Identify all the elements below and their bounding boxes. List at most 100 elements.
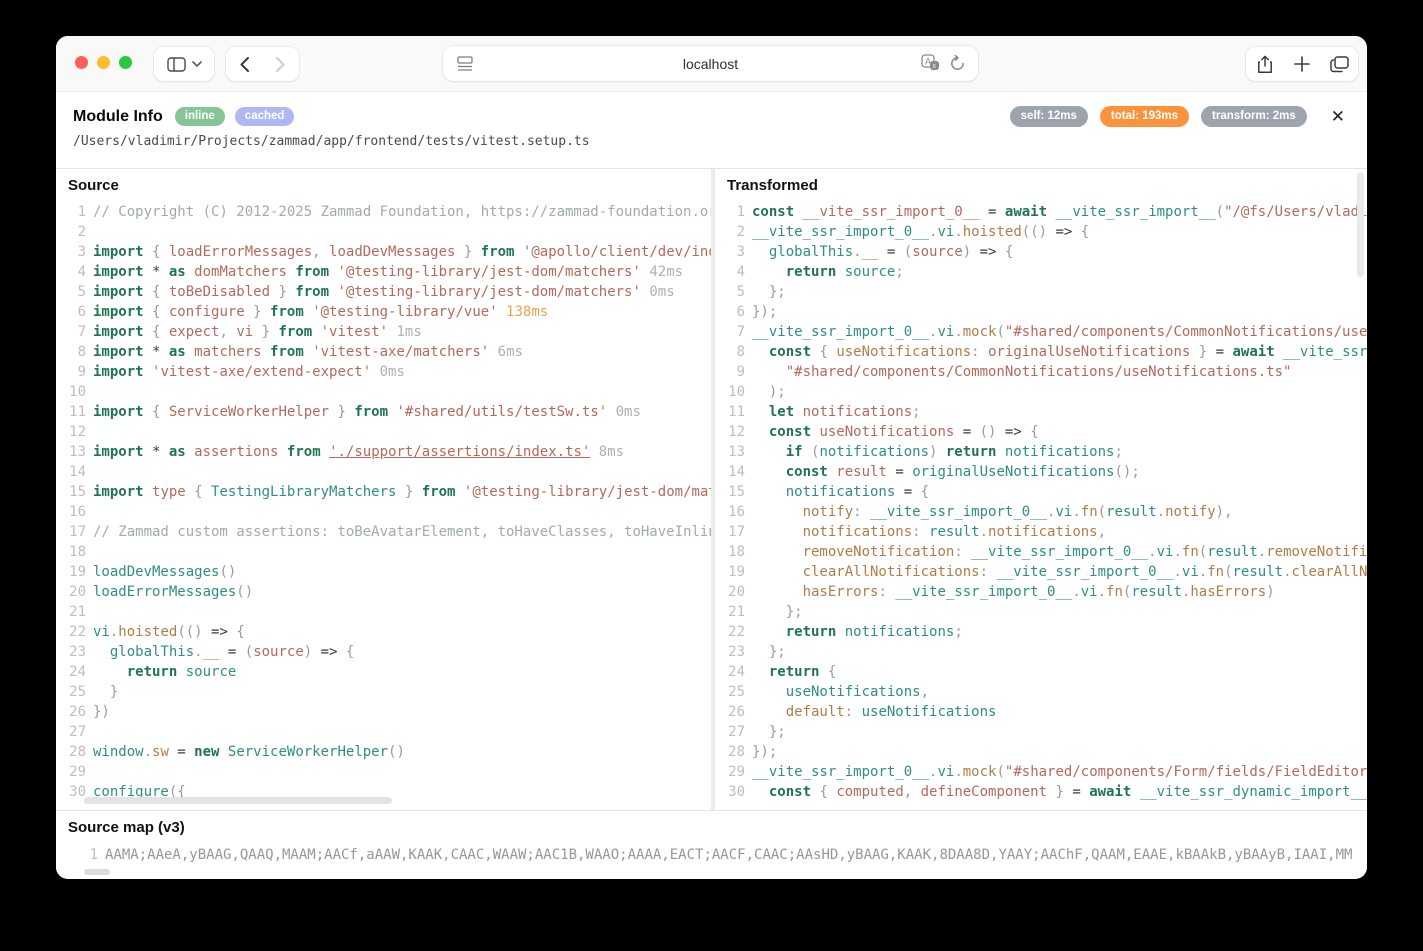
fullscreen-window-button[interactable]	[119, 56, 132, 69]
sourcemap-horizontal-scrollbar[interactable]	[84, 869, 110, 875]
forward-button[interactable]	[263, 47, 300, 81]
code-token: (	[1224, 564, 1232, 580]
code-token: (()	[177, 624, 211, 640]
line-number: 4	[56, 262, 86, 282]
code-token	[752, 524, 803, 540]
translate-icon[interactable]: Ax	[921, 54, 940, 72]
code-line: 23 globalThis.__ = (source) => {	[56, 642, 711, 662]
reload-icon[interactable]	[949, 55, 966, 72]
code-link[interactable]: './support/assertions/index.ts'	[329, 444, 590, 460]
code-token: }	[329, 404, 354, 420]
code-token: hasErrors	[1190, 584, 1266, 600]
code-line: 16	[56, 502, 711, 522]
source-horizontal-scrollbar[interactable]	[84, 797, 392, 804]
code-text: hasErrors: __vite_ssr_import_0__.vi.fn(r…	[745, 582, 1367, 602]
code-token: ;	[912, 404, 920, 420]
new-tab-button[interactable]	[1283, 47, 1320, 81]
code-line: 29	[56, 762, 711, 782]
vertical-scrollbar[interactable]	[1357, 172, 1364, 277]
code-text	[86, 382, 711, 402]
line-number: 24	[56, 662, 86, 682]
code-token: "#shared/components/CommonNotifications/…	[786, 364, 1292, 380]
code-token: {	[144, 284, 169, 300]
code-text: const { computed, defineComponent } = aw…	[745, 782, 1367, 802]
line-number: 23	[56, 642, 86, 662]
code-token: .	[980, 524, 988, 540]
line-number: 13	[715, 442, 745, 462]
code-token: {	[1005, 244, 1013, 260]
code-text: globalThis.__ = (source) => {	[745, 242, 1367, 262]
back-button[interactable]	[226, 47, 263, 81]
code-token: from	[295, 264, 329, 280]
code-token	[752, 784, 769, 800]
code-token	[93, 644, 110, 660]
sidebar-toggle-button[interactable]	[154, 47, 214, 81]
line-number: 25	[715, 682, 745, 702]
code-token: :	[954, 544, 971, 560]
line-number: 28	[56, 742, 86, 762]
code-token: .	[1098, 584, 1106, 600]
code-token: source	[912, 244, 963, 260]
source-pane[interactable]: Source 1// Copyright (C) 2012-2025 Zamma…	[56, 169, 711, 810]
minimize-window-button[interactable]	[97, 56, 110, 69]
line-number: 5	[56, 282, 86, 302]
code-token: notify	[1165, 504, 1216, 520]
code-token: hoisted	[963, 224, 1022, 240]
code-token: =	[1216, 344, 1233, 360]
code-token: import	[93, 364, 144, 380]
sourcemap-section: Source map (v3) 1AAMA;AAeA,yBAAG,QAAQ,MA…	[56, 810, 1367, 878]
code-token: {	[144, 304, 169, 320]
line-number: 25	[56, 682, 86, 702]
code-token: notifications	[803, 524, 913, 540]
code-token: vi	[1182, 564, 1199, 580]
line-number: 19	[56, 562, 86, 582]
share-button[interactable]	[1246, 47, 1283, 81]
code-token: .	[144, 744, 152, 760]
code-token: =>	[980, 244, 1005, 260]
code-token: '#shared/utils/testSw.ts'	[396, 404, 607, 420]
code-line: 1// Copyright (C) 2012-2025 Zammad Found…	[56, 202, 711, 222]
close-window-button[interactable]	[75, 56, 88, 69]
code-token: from	[422, 484, 456, 500]
code-token: :	[912, 524, 929, 540]
code-line: 6import { configure } from '@testing-lib…	[56, 302, 711, 322]
code-token	[312, 324, 320, 340]
code-line: 11 let notifications;	[715, 402, 1367, 422]
code-token: (	[245, 644, 253, 660]
code-token: '@testing-library/jest-dom/matchers'	[337, 264, 640, 280]
code-text: };	[745, 642, 1367, 662]
tab-overview-button[interactable]	[1321, 47, 1358, 81]
code-text	[86, 422, 711, 442]
timing-badge-transform: transform: 2ms	[1201, 106, 1307, 127]
code-line: 13 if (notifications) return notificatio…	[715, 442, 1367, 462]
code-token: source	[836, 264, 895, 280]
code-text: import 'vitest-axe/extend-expect' 0ms	[86, 362, 711, 382]
code-text	[86, 502, 711, 522]
code-token: )	[963, 244, 980, 260]
code-token: ();	[1114, 464, 1139, 480]
sidebar-icon	[167, 57, 186, 72]
code-token: hasErrors	[803, 584, 879, 600]
code-line: 7import { expect, vi } from 'vitest' 1ms	[56, 322, 711, 342]
line-number: 16	[56, 502, 86, 522]
code-token: :	[853, 504, 870, 520]
code-token: }	[245, 304, 270, 320]
code-token: import	[93, 324, 144, 340]
code-token: __vite_ssr_import__	[1275, 344, 1367, 360]
code-token: loadErrorMessages	[169, 244, 312, 260]
code-token: )	[1266, 584, 1274, 600]
code-line: 3 globalThis.__ = (source) => {	[715, 242, 1367, 262]
code-token: result	[1207, 544, 1258, 560]
code-line: 27	[56, 722, 711, 742]
transformed-pane[interactable]: Transformed 1const __vite_ssr_import_0__…	[715, 169, 1367, 810]
reader-view-icon[interactable]	[456, 55, 474, 72]
code-line: 29__vite_ssr_import_0__.vi.mock("#shared…	[715, 762, 1367, 782]
code-token: return	[946, 444, 997, 460]
code-token	[752, 404, 769, 420]
close-panel-button[interactable]: ✕	[1331, 108, 1345, 125]
code-token: const	[769, 424, 811, 440]
code-text: notify: __vite_ssr_import_0__.vi.fn(resu…	[745, 502, 1367, 522]
code-token: notifications	[819, 444, 929, 460]
address-bar[interactable]: localhost Ax	[443, 46, 978, 81]
code-text: const __vite_ssr_import_0__ = await __vi…	[745, 202, 1367, 222]
